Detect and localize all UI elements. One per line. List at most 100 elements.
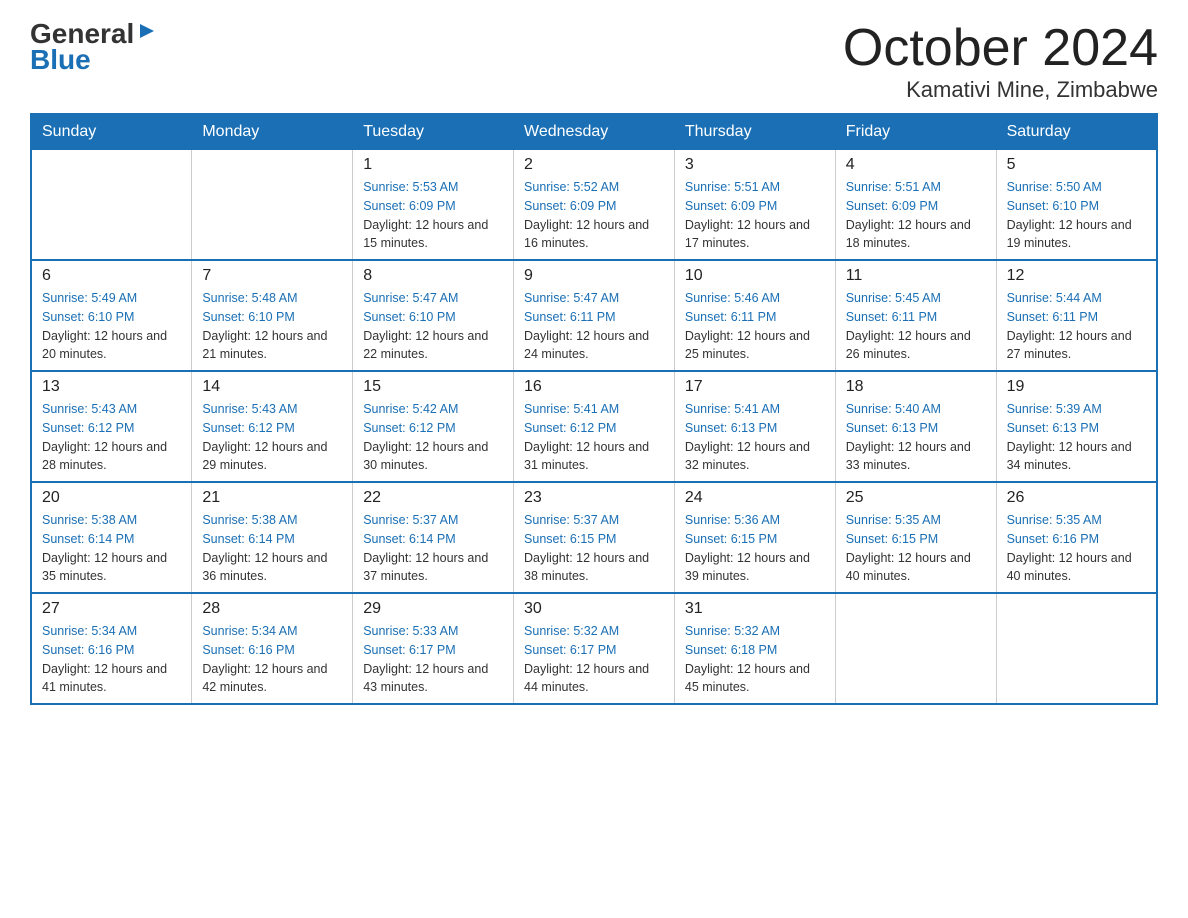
sunrise-text: Sunrise: 5:32 AM: [524, 624, 619, 638]
daylight-text: Daylight: 12 hours and 43 minutes.: [363, 662, 488, 695]
sunrise-text: Sunrise: 5:43 AM: [42, 402, 137, 416]
location-title: Kamativi Mine, Zimbabwe: [843, 77, 1158, 103]
logo: General Blue: [30, 20, 158, 76]
calendar-cell: 29Sunrise: 5:33 AMSunset: 6:17 PMDayligh…: [353, 593, 514, 704]
logo-arrow-icon: [136, 20, 158, 42]
calendar-cell: 24Sunrise: 5:36 AMSunset: 6:15 PMDayligh…: [674, 482, 835, 593]
day-sun-info: Sunrise: 5:50 AMSunset: 6:10 PMDaylight:…: [1007, 178, 1146, 253]
day-sun-info: Sunrise: 5:38 AMSunset: 6:14 PMDaylight:…: [202, 511, 342, 586]
daylight-text: Daylight: 12 hours and 33 minutes.: [846, 440, 971, 473]
sunset-text: Sunset: 6:09 PM: [685, 199, 777, 213]
day-sun-info: Sunrise: 5:49 AMSunset: 6:10 PMDaylight:…: [42, 289, 181, 364]
day-sun-info: Sunrise: 5:47 AMSunset: 6:10 PMDaylight:…: [363, 289, 503, 364]
day-sun-info: Sunrise: 5:33 AMSunset: 6:17 PMDaylight:…: [363, 622, 503, 697]
sunrise-text: Sunrise: 5:42 AM: [363, 402, 458, 416]
sunrise-text: Sunrise: 5:50 AM: [1007, 180, 1102, 194]
day-sun-info: Sunrise: 5:51 AMSunset: 6:09 PMDaylight:…: [846, 178, 986, 253]
calendar-cell: [192, 150, 353, 261]
daylight-text: Daylight: 12 hours and 40 minutes.: [846, 551, 971, 584]
daylight-text: Daylight: 12 hours and 40 minutes.: [1007, 551, 1132, 584]
calendar-cell: 8 Sunrise: 5:47 AMSunset: 6:10 PMDaylight…: [353, 260, 514, 371]
day-number: 18: [846, 378, 986, 396]
daylight-text: Daylight: 12 hours and 24 minutes.: [524, 329, 649, 362]
calendar-cell: 20Sunrise: 5:38 AMSunset: 6:14 PMDayligh…: [31, 482, 192, 593]
sunrise-text: Sunrise: 5:36 AM: [685, 513, 780, 527]
sunset-text: Sunset: 6:13 PM: [685, 421, 777, 435]
day-number: 11: [846, 267, 986, 285]
calendar-cell: 7Sunrise: 5:48 AMSunset: 6:10 PMDaylight…: [192, 260, 353, 371]
calendar-cell: 3Sunrise: 5:51 AMSunset: 6:09 PMDaylight…: [674, 150, 835, 261]
sunrise-text: Sunrise: 5:35 AM: [846, 513, 941, 527]
daylight-text: Daylight: 12 hours and 35 minutes.: [42, 551, 167, 584]
calendar-cell: [31, 150, 192, 261]
day-number: 1: [363, 156, 503, 174]
day-number: 27: [42, 600, 181, 618]
daylight-text: Daylight: 12 hours and 30 minutes.: [363, 440, 488, 473]
calendar-cell: 18 Sunrise: 5:40 AM Sunset: 6:13 PM Dayligh…: [835, 371, 996, 482]
sunset-text: Sunset: 6:11 PM: [685, 310, 777, 324]
logo-blue: Blue: [30, 44, 91, 76]
day-header-friday: Friday: [835, 114, 996, 150]
sunset-text: Sunset: 6:17 PM: [363, 643, 455, 657]
sunset-text: Sunset: 6:13 PM: [846, 421, 938, 435]
day-sun-info: Sunrise: 5:48 AMSunset: 6:10 PMDaylight:…: [202, 289, 342, 364]
daylight-text: Daylight: 12 hours and 38 minutes.: [524, 551, 649, 584]
sunset-text: Sunset: 6:14 PM: [42, 532, 134, 546]
day-number: 6: [42, 267, 181, 285]
calendar-week-row: 6 Sunrise: 5:49 AMSunset: 6:10 PMDaylight…: [31, 260, 1157, 371]
calendar-cell: 28Sunrise: 5:34 AMSunset: 6:16 PMDayligh…: [192, 593, 353, 704]
sunrise-text: Sunrise: 5:47 AM: [524, 291, 619, 305]
daylight-text: Daylight: 12 hours and 17 minutes.: [685, 218, 810, 251]
calendar-cell: 31Sunrise: 5:32 AMSunset: 6:18 PMDayligh…: [674, 593, 835, 704]
calendar-cell: 30Sunrise: 5:32 AMSunset: 6:17 PMDayligh…: [514, 593, 675, 704]
calendar-cell: 22Sunrise: 5:37 AMSunset: 6:14 PMDayligh…: [353, 482, 514, 593]
calendar-cell: 26Sunrise: 5:35 AMSunset: 6:16 PMDayligh…: [996, 482, 1157, 593]
sunset-text: Sunset: 6:14 PM: [202, 532, 294, 546]
day-sun-info: Sunrise: 5:32 AMSunset: 6:18 PMDaylight:…: [685, 622, 825, 697]
day-sun-info: Sunrise: 5:37 AMSunset: 6:15 PMDaylight:…: [524, 511, 664, 586]
daylight-text: Daylight: 12 hours and 29 minutes.: [202, 440, 327, 473]
daylight-text: Daylight: 12 hours and 44 minutes.: [524, 662, 649, 695]
sunset-text: Sunset: 6:12 PM: [42, 421, 134, 435]
day-sun-info: Sunrise: 5:35 AMSunset: 6:16 PMDaylight:…: [1007, 511, 1146, 586]
day-number: 19: [1007, 378, 1146, 396]
day-sun-info: Sunrise: 5:47 AM Sunset: 6:11 PM Daylight:…: [524, 289, 664, 364]
sunset-text: Sunset: 6:17 PM: [524, 643, 616, 657]
daylight-text: Daylight: 12 hours and 28 minutes.: [42, 440, 167, 473]
day-header-wednesday: Wednesday: [514, 114, 675, 150]
day-number: 21: [202, 489, 342, 507]
daylight-text: Daylight: 12 hours and 19 minutes.: [1007, 218, 1132, 251]
day-sun-info: Sunrise: 5:41 AMSunset: 6:13 PMDaylight:…: [685, 400, 825, 475]
day-number: 16: [524, 378, 664, 396]
calendar-cell: 10Sunrise: 5:46 AMSunset: 6:11 PMDayligh…: [674, 260, 835, 371]
calendar-week-row: 13Sunrise: 5:43 AMSunset: 6:12 PMDayligh…: [31, 371, 1157, 482]
day-sun-info: Sunrise: 5:45 AMSunset: 6:11 PMDaylight:…: [846, 289, 986, 364]
sunset-text: Sunset: 6:11 PM: [846, 310, 938, 324]
sunrise-text: Sunrise: 5:34 AM: [42, 624, 137, 638]
sunrise-text: Sunrise: 5:51 AM: [685, 180, 780, 194]
daylight-text: Daylight: 12 hours and 26 minutes.: [846, 329, 971, 362]
day-sun-info: Sunrise: 5:51 AM Sunset: 6:09 PM Daylight:…: [685, 178, 825, 253]
calendar-cell: 5Sunrise: 5:50 AMSunset: 6:10 PMDaylight…: [996, 150, 1157, 261]
sunrise-text: Sunrise: 5:43 AM: [202, 402, 297, 416]
calendar-header-row: SundayMondayTuesdayWednesdayThursdayFrid…: [31, 114, 1157, 150]
sunrise-text: Sunrise: 5:39 AM: [1007, 402, 1102, 416]
daylight-text: Daylight: 12 hours and 16 minutes.: [524, 218, 649, 251]
sunrise-text: Sunrise: 5:47 AM: [363, 291, 458, 305]
day-number: 2: [524, 156, 664, 174]
calendar-cell: 27Sunrise: 5:34 AMSunset: 6:16 PMDayligh…: [31, 593, 192, 704]
day-header-sunday: Sunday: [31, 114, 192, 150]
calendar-cell: 21 Sunrise: 5:38 AMSunset: 6:14 PMDayligh…: [192, 482, 353, 593]
calendar-cell: 13Sunrise: 5:43 AMSunset: 6:12 PMDayligh…: [31, 371, 192, 482]
sunrise-text: Sunrise: 5:40 AM: [846, 402, 941, 416]
calendar-cell: 25Sunrise: 5:35 AMSunset: 6:15 PMDayligh…: [835, 482, 996, 593]
sunrise-text: Sunrise: 5:48 AM: [202, 291, 297, 305]
sunset-text: Sunset: 6:15 PM: [524, 532, 616, 546]
day-number: 8: [363, 267, 503, 285]
sunset-text: Sunset: 6:11 PM: [524, 310, 616, 324]
calendar-week-row: 1Sunrise: 5:53 AMSunset: 6:09 PMDaylight…: [31, 150, 1157, 261]
daylight-text: Daylight: 12 hours and 37 minutes.: [363, 551, 488, 584]
day-sun-info: Sunrise: 5:32 AM Sunset: 6:17 PM Daylight:…: [524, 622, 664, 697]
daylight-text: Daylight: 12 hours and 25 minutes.: [685, 329, 810, 362]
day-header-saturday: Saturday: [996, 114, 1157, 150]
